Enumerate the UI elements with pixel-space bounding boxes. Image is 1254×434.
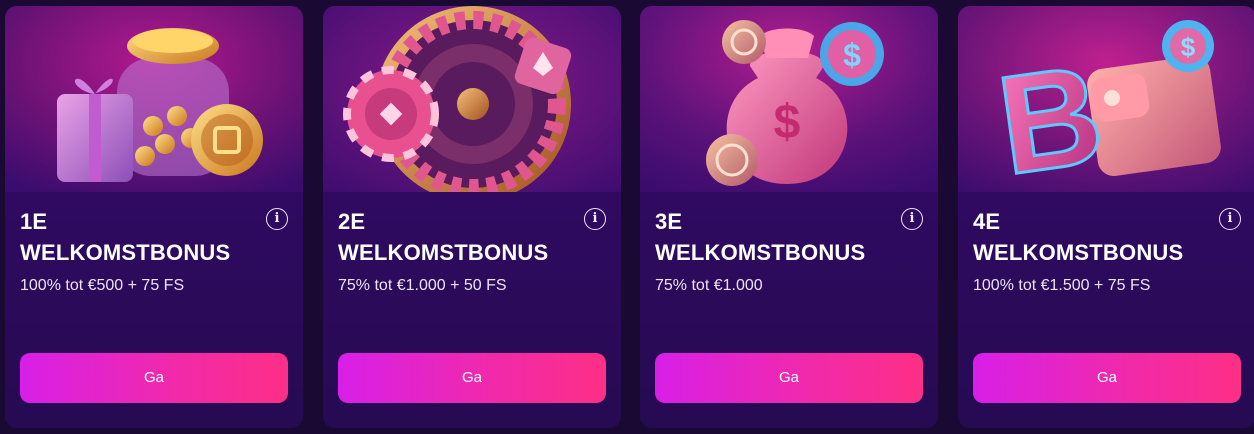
bonus-offer: 100% tot €1.500 + 75 FS	[973, 277, 1151, 294]
bonus-offer: 75% tot €1.000	[655, 277, 763, 294]
bitcoin-wallet-image: $ B	[958, 6, 1254, 192]
bonus-card-2: i 2E WELKOMSTBONUS 75% tot €1.000 + 50 F…	[323, 6, 621, 428]
svg-text:$: $	[843, 37, 861, 73]
info-icon[interactable]: i	[901, 208, 923, 230]
go-button[interactable]: Ga	[973, 353, 1241, 403]
info-icon[interactable]: i	[266, 208, 288, 230]
bonus-title-text: WELKOMSTBONUS	[973, 240, 1184, 265]
bonus-title-text: WELKOMSTBONUS	[338, 240, 549, 265]
go-button[interactable]: Ga	[20, 353, 288, 403]
svg-text:$: $	[1181, 32, 1196, 62]
go-button[interactable]: Ga	[655, 353, 923, 403]
bonus-offer: 75% tot €1.000 + 50 FS	[338, 277, 507, 294]
bonus-title: 3E WELKOMSTBONUS	[655, 206, 895, 268]
bonus-card-4: $ B i 4E WELKOMSTBONUS 100% tot €1.500 +…	[958, 6, 1254, 428]
go-button[interactable]: Ga	[338, 353, 606, 403]
bonus-ordinal: 1E	[20, 209, 48, 234]
bonus-title-text: WELKOMSTBONUS	[20, 240, 231, 265]
bonus-title: 2E WELKOMSTBONUS	[338, 206, 578, 268]
gift-coin-jar-image	[5, 6, 303, 192]
bonus-card-3: $ $ i 3E WELKOMSTBONUS 75% tot €1.000 Ga	[640, 6, 938, 428]
bonus-ordinal: 4E	[973, 209, 1001, 234]
bonus-offer: 100% tot €500 + 75 FS	[20, 277, 185, 294]
bonus-title-text: WELKOMSTBONUS	[655, 240, 866, 265]
info-icon[interactable]: i	[1219, 208, 1241, 230]
bonus-card-1: i 1E WELKOMSTBONUS 100% tot €500 + 75 FS…	[5, 6, 303, 428]
money-bag-image: $ $	[640, 6, 938, 192]
svg-text:$: $	[774, 96, 801, 149]
bonus-ordinal: 3E	[655, 209, 683, 234]
bonus-title: 4E WELKOMSTBONUS	[973, 206, 1213, 268]
info-icon[interactable]: i	[584, 208, 606, 230]
roulette-wheel-image	[323, 6, 621, 192]
bonus-title: 1E WELKOMSTBONUS	[20, 206, 260, 268]
bonus-ordinal: 2E	[338, 209, 366, 234]
